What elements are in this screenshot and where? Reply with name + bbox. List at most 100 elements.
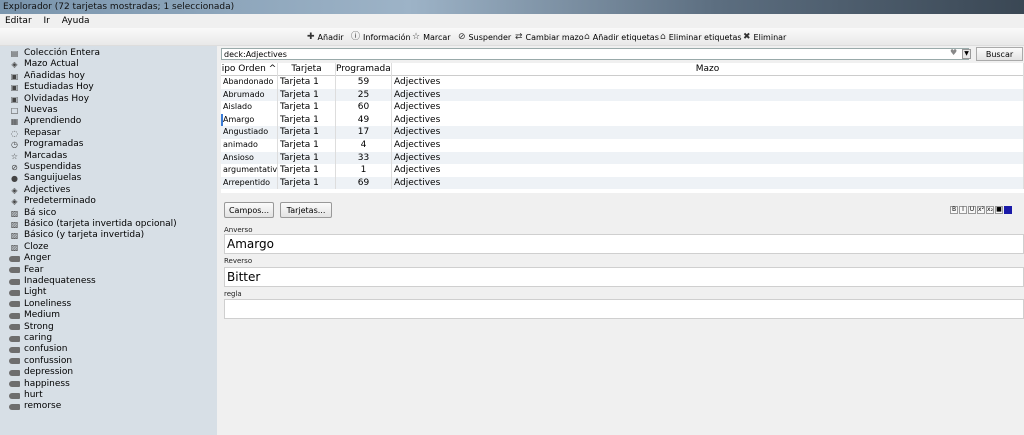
sidebar-item-tag-hurt[interactable]: hurt	[9, 390, 43, 401]
sidebar-item-coleccion-entera[interactable]: ▤ Colección Entera	[9, 48, 100, 59]
field-label-back: Reverso	[224, 257, 253, 265]
table-row[interactable]: argumentative Tarjeta 1 1 Adjectives	[221, 164, 1024, 177]
suspend-button[interactable]: ⊘ Suspender	[458, 31, 511, 44]
note-type-icon: ▨	[10, 231, 19, 241]
tag-icon	[9, 369, 20, 376]
add-button[interactable]: ✚ Añadir	[307, 31, 344, 44]
clear-format-button[interactable]: ■	[995, 206, 1003, 214]
menu-ir[interactable]: Ir	[44, 16, 50, 26]
tag-icon	[9, 403, 20, 410]
info-icon: ⓘ	[351, 32, 361, 42]
main-panel: ♥ ▼ Buscar ipo Orden ^ Tarjeta Programad…	[217, 46, 1024, 435]
search-button[interactable]: Buscar	[976, 47, 1023, 61]
calendar-icon: ▣	[10, 94, 19, 104]
column-deck[interactable]: Mazo	[392, 63, 1024, 76]
table-row[interactable]: Ansioso Tarjeta 1 33 Adjectives	[221, 151, 1024, 165]
sidebar-item-sanguijuelas[interactable]: ● Sanguijuelas	[9, 173, 81, 184]
sidebar-item-tag-confussion[interactable]: confussion	[9, 356, 72, 367]
table-row[interactable]: Abandonado Tarjeta 1 59 Adjectives	[221, 76, 1024, 89]
sidebar-item-adjectives[interactable]: ◈ Adjectives	[9, 185, 70, 196]
sidebar-item-aprendiendo[interactable]: ▦ Aprendiendo	[9, 116, 82, 127]
underline-button[interactable]: U	[968, 206, 976, 214]
sort-asc-icon: ^	[268, 64, 277, 74]
table-row[interactable]: Abrumado Tarjeta 1 25 Adjectives	[221, 88, 1024, 102]
sidebar-item-olvidadas-hoy[interactable]: ▣ Olvidadas Hoy	[9, 94, 89, 105]
fields-button[interactable]: Campos...	[224, 202, 274, 218]
change-deck-button[interactable]: ⇄ Cambiar mazo	[515, 31, 584, 44]
column-sort-field[interactable]: ipo Orden ^	[221, 63, 278, 76]
tag-icon	[9, 358, 20, 365]
field-label-rule: regla	[224, 290, 242, 298]
info-button[interactable]: ⓘ Información	[351, 31, 411, 44]
sidebar-item-programadas[interactable]: ◷ Programadas	[9, 139, 83, 150]
delete-button[interactable]: ✖ Eliminar	[743, 31, 786, 44]
bold-button[interactable]: B	[950, 206, 958, 214]
table-row-selected[interactable]: Amargo Tarjeta 1 49 Adjectives	[221, 113, 1024, 127]
table-row[interactable]: Angustiado Tarjeta 1 17 Adjectives	[221, 126, 1024, 139]
search-input[interactable]	[222, 49, 952, 59]
deck-icon: ◈	[11, 60, 18, 70]
sidebar-item-basico-opcional[interactable]: ▨ Básico (tarjeta invertida opcional)	[9, 219, 177, 230]
tag-icon	[9, 312, 20, 319]
add-tags-button[interactable]: ⌂ Añadir etiquetas	[584, 31, 659, 44]
menu-editar[interactable]: Editar	[5, 16, 32, 26]
heart-icon[interactable]: ♥	[950, 48, 957, 57]
sidebar-item-suspendidas[interactable]: ⊘ Suspendidas	[9, 162, 81, 173]
sidebar-item-tag-remorse[interactable]: remorse	[9, 401, 61, 412]
note-type-icon: ▨	[10, 220, 19, 229]
italic-button[interactable]: I	[959, 206, 967, 214]
pause-icon: ⊘	[11, 163, 18, 172]
sidebar-item-basico[interactable]: ▨ Bá sico	[9, 208, 56, 219]
sidebar: ▤ Colección Entera ◈ Mazo Actual ▣ Añadidas…	[0, 46, 217, 435]
sidebar-item-estudiadas-hoy[interactable]: ▣ Estudiadas Hoy	[9, 82, 94, 93]
sidebar-item-tag-confusion[interactable]: confusion	[9, 344, 67, 355]
tag-remove-icon: ⌂	[660, 32, 666, 42]
sidebar-item-marcadas[interactable]: ☆ Marcadas	[9, 151, 67, 162]
tag-icon	[9, 381, 20, 388]
text-color-button[interactable]	[1004, 206, 1012, 214]
learning-icon: ▦	[10, 117, 19, 127]
menu-ayuda[interactable]: Ayuda	[62, 16, 90, 26]
change-deck-icon: ⇄	[515, 32, 523, 42]
sidebar-item-basico-invertida[interactable]: ▨ Básico (y tarjeta invertida)	[9, 230, 144, 241]
subscript-button[interactable]: x₂	[986, 206, 994, 214]
menu-bar: Editar Ir Ayuda	[0, 14, 1024, 28]
search-box	[221, 48, 969, 60]
sidebar-item-tag-medium[interactable]: Medium	[9, 310, 60, 321]
deck-icon: ◈	[11, 185, 18, 195]
sidebar-item-tag-happiness[interactable]: happiness	[9, 379, 70, 390]
sidebar-item-predeterminado[interactable]: ◈ Predeterminado	[9, 196, 95, 207]
field-rule[interactable]	[224, 299, 1024, 319]
field-front[interactable]: Amargo	[224, 234, 1024, 254]
tag-icon	[9, 267, 20, 274]
sidebar-item-cloze[interactable]: ▨ Cloze	[9, 242, 49, 253]
add-icon: ✚	[307, 32, 315, 42]
sidebar-item-anadidas-hoy[interactable]: ▣ Añadidas hoy	[9, 71, 85, 82]
mark-button[interactable]: ☆ Marcar	[412, 31, 451, 44]
sidebar-item-tag-anger[interactable]: Anger	[9, 253, 51, 264]
table-row[interactable]: Arrepentido Tarjeta 1 69 Adjectives	[221, 176, 1024, 190]
table-row[interactable]: Aislado Tarjeta 1 60 Adjectives	[221, 101, 1024, 114]
sidebar-item-tag-strong[interactable]: Strong	[9, 322, 54, 333]
sidebar-item-tag-inadequateness[interactable]: Inadequateness	[9, 276, 96, 287]
column-card[interactable]: Tarjeta	[278, 63, 336, 76]
sidebar-item-tag-depression[interactable]: depression	[9, 367, 73, 378]
remove-tags-button[interactable]: ⌂ Eliminar etiquetas	[660, 31, 742, 44]
table-row[interactable]: animado Tarjeta 1 4 Adjectives	[221, 138, 1024, 152]
sidebar-item-nuevas[interactable]: □ Nuevas	[9, 105, 58, 116]
superscript-button[interactable]: x²	[977, 206, 985, 214]
column-due[interactable]: Programadas	[336, 63, 392, 76]
sidebar-item-tag-light[interactable]: Light	[9, 287, 46, 298]
toolbar: ✚ Añadir ⓘ Información ☆ Marcar ⊘ Suspender …	[0, 28, 1024, 46]
search-history-dropdown[interactable]: ▼	[962, 49, 971, 59]
review-icon: ◌	[11, 128, 18, 138]
sidebar-item-mazo-actual[interactable]: ◈ Mazo Actual	[9, 59, 78, 70]
sidebar-item-tag-fear[interactable]: Fear	[9, 265, 43, 276]
table-header: ipo Orden ^ Tarjeta Programadas Mazo	[221, 63, 1024, 76]
field-back[interactable]: Bitter	[224, 267, 1024, 287]
sidebar-item-tag-loneliness[interactable]: Loneliness	[9, 299, 71, 310]
leech-icon: ●	[11, 174, 18, 184]
sidebar-item-tag-caring[interactable]: caring	[9, 333, 52, 344]
sidebar-item-repasar[interactable]: ◌ Repasar	[9, 128, 61, 139]
cards-button[interactable]: Tarjetas...	[280, 202, 332, 218]
